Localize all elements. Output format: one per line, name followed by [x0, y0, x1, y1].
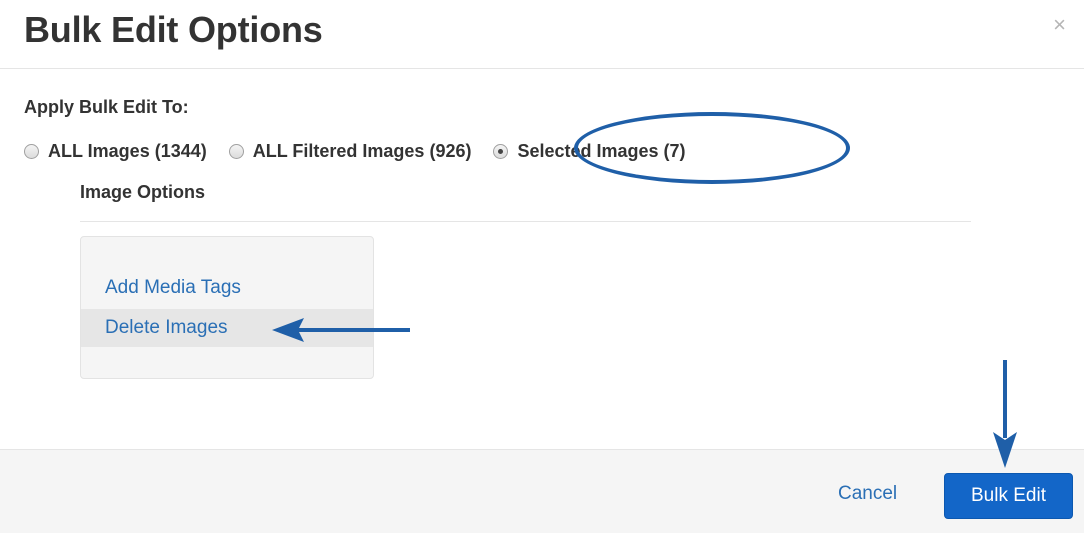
radio-label: ALL Images (1344) [48, 140, 207, 161]
apply-bulk-edit-label: Apply Bulk Edit To: [24, 97, 189, 117]
delete-images-link[interactable]: Delete Images [81, 309, 373, 347]
radio-button-checked[interactable] [493, 143, 509, 159]
divider [80, 221, 971, 222]
radio-all-filtered-images[interactable]: ALL Filtered Images (926) [228, 140, 472, 162]
add-media-tags-link[interactable]: Add Media Tags [81, 269, 373, 307]
apply-to-radio-group: ALL Images (1344) ALL Filtered Images (9… [24, 138, 686, 164]
radio-all-images[interactable]: ALL Images (1344) [24, 141, 207, 162]
cancel-button[interactable]: Cancel [838, 483, 897, 505]
radio-label: ALL Filtered Images (926) [252, 140, 472, 161]
bulk-edit-modal: Bulk Edit Options × Apply Bulk Edit To: … [0, 0, 1084, 533]
bulk-edit-button[interactable]: Bulk Edit [944, 473, 1073, 519]
modal-title: Bulk Edit Options [24, 9, 323, 50]
radio-selected-images[interactable]: Selected Images (7) [493, 140, 686, 162]
modal-header: Bulk Edit Options × [0, 0, 1084, 69]
radio-label: Selected Images (7) [517, 140, 686, 161]
radio-button[interactable] [24, 143, 39, 159]
modal-footer [0, 449, 1084, 533]
close-icon[interactable]: × [1053, 14, 1066, 36]
radio-button[interactable] [228, 143, 244, 159]
radio-dot [498, 148, 504, 154]
image-options-panel: Add Media Tags Delete Images [80, 236, 374, 379]
image-options-heading: Image Options [80, 182, 206, 202]
